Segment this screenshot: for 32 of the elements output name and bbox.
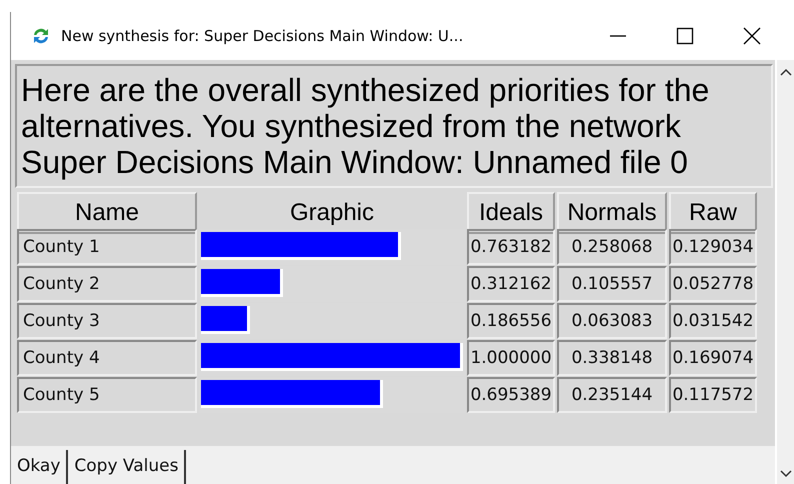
- table-cell: County 2: [17, 266, 197, 302]
- table-cell: 0.338148: [557, 340, 667, 376]
- scroll-up-icon[interactable]: [780, 68, 792, 76]
- table-cell: 0.117572: [669, 377, 757, 413]
- column-header: Ideals: [467, 192, 555, 234]
- table-cell: County 4: [17, 340, 197, 376]
- table-cell: 0.186556: [467, 303, 555, 339]
- close-icon[interactable]: [742, 26, 762, 46]
- table-cell: 1.000000: [467, 340, 555, 376]
- column-header: Normals: [557, 192, 667, 234]
- table-cell: County 5: [17, 377, 197, 413]
- table-cell: County 1: [17, 229, 197, 265]
- table-cell: 0.105557: [557, 266, 667, 302]
- table-cell: 0.052778: [669, 266, 757, 302]
- column-header: Graphic: [288, 198, 376, 228]
- refresh-icon: [31, 26, 51, 46]
- scroll-down-icon[interactable]: [780, 470, 792, 478]
- table-cell: 0.312162: [467, 266, 555, 302]
- table-cell: 0.258068: [557, 229, 667, 265]
- table-cell: 0.235144: [557, 377, 667, 413]
- table-cell: 0.169074: [669, 340, 757, 376]
- table-cell: 0.063083: [557, 303, 667, 339]
- table-cell: 0.763182: [467, 229, 555, 265]
- window-title: New synthesis for: Super Decisions Main Window: U...: [61, 27, 464, 45]
- table-cell: County 3: [17, 303, 197, 339]
- message-text: Here are the overall synthesized priorities for the alternatives. You synthesized from the network Super Decisions Main Window: Unnamed file 0: [15, 64, 773, 188]
- column-header: Name: [17, 192, 197, 234]
- table-cell: 0.129034: [669, 229, 757, 265]
- column-header: Raw: [669, 192, 757, 234]
- table-cell: 0.031542: [669, 303, 757, 339]
- maximize-icon[interactable]: [675, 26, 695, 46]
- table-cell: 0.695389: [467, 377, 555, 413]
